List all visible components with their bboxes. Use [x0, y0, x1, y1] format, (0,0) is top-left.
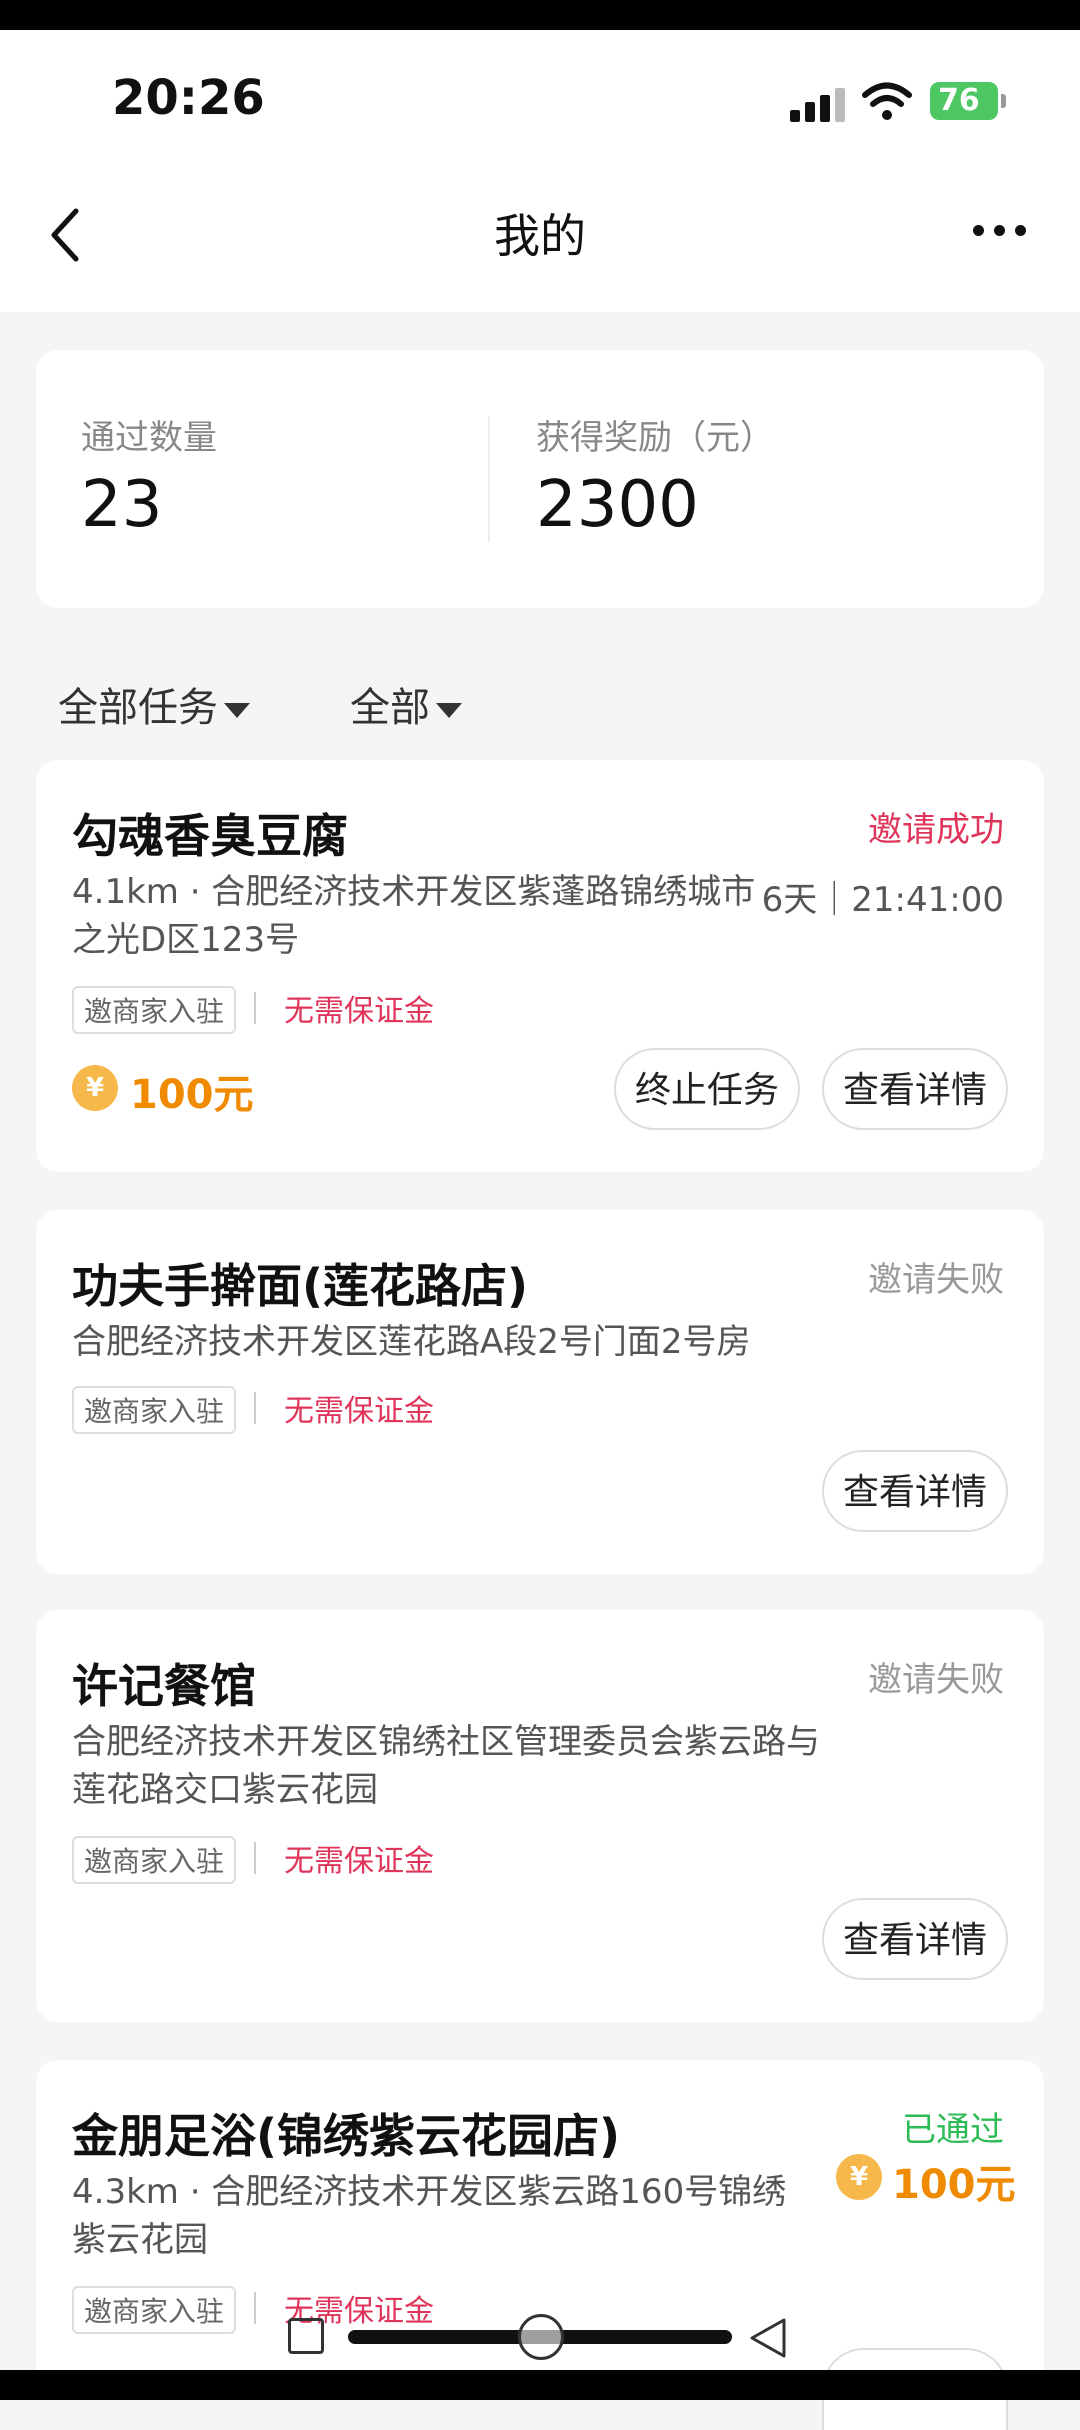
tag-no-deposit: 无需保证金 [284, 1844, 434, 1879]
store-address-line1: 4.3km · 合肥经济技术开发区紫云路160号锦绣 [72, 2172, 787, 2212]
reward-amount: 100元 [130, 1072, 254, 1118]
status-filter-label: 全部 [350, 685, 430, 731]
store-address-line2: 之光D区123号 [72, 920, 300, 960]
status-filter-dropdown[interactable]: 全部 [350, 675, 462, 733]
store-address-line2: 紫云花园 [72, 2220, 208, 2260]
tag-no-deposit: 无需保证金 [284, 994, 434, 1029]
passed-count-value: 23 [81, 468, 163, 542]
store-name: 勾魂香臭豆腐 [72, 809, 348, 863]
task-filter-dropdown[interactable]: 全部任务 [58, 675, 250, 733]
stats-panel: 通过数量 23 获得奖励（元） 2300 [36, 350, 1044, 608]
tag-divider [254, 1842, 256, 1874]
tag-no-deposit: 无需保证金 [284, 1394, 434, 1429]
invite-status: 邀请失败 [868, 1260, 1004, 1300]
recent-apps-icon[interactable] [288, 2318, 324, 2354]
signal-icon [790, 88, 846, 122]
home-circle-icon[interactable] [518, 2314, 564, 2360]
tag-invite-merchant: 邀商家入驻 [72, 1836, 237, 1884]
task-card[interactable]: 许记餐馆 邀请失败 合肥经济技术开发区锦绣社区管理委员会紫云路与 莲花路交口紫云… [36, 1610, 1044, 2022]
dropdown-arrow-icon [224, 702, 250, 718]
coin-icon: ¥ [72, 1065, 118, 1111]
view-details-button[interactable]: 查看详情 [822, 1898, 1008, 1980]
view-details-button[interactable]: 查看详情 [822, 1450, 1008, 1532]
tag-divider [254, 1392, 256, 1424]
store-name: 功夫手擀面(莲花路店) [72, 1259, 529, 1313]
reward-total-value: 2300 [536, 468, 699, 542]
battery-icon: 76 [930, 82, 1006, 120]
stats-divider [488, 416, 490, 542]
countdown: 6天｜21:41:00 [761, 880, 1004, 920]
tag-invite-merchant: 邀商家入驻 [72, 986, 237, 1034]
tag-invite-merchant: 邀商家入驻 [72, 2286, 237, 2334]
store-address-line2: 莲花路交口紫云花园 [72, 1770, 378, 1810]
bottom-edge [0, 2370, 1080, 2400]
store-address-line1: 合肥经济技术开发区锦绣社区管理委员会紫云路与 [72, 1722, 820, 1762]
back-triangle-icon[interactable] [746, 2316, 790, 2360]
store-address-line1: 4.1km · 合肥经济技术开发区紫蓬路锦绣城市 [72, 872, 756, 912]
stop-task-button[interactable]: 终止任务 [614, 1048, 800, 1130]
tag-divider [254, 2292, 256, 2324]
tag-divider [254, 992, 256, 1024]
invite-status: 邀请成功 [868, 810, 1004, 850]
page-title: 我的 [494, 209, 586, 263]
tag-invite-merchant: 邀商家入驻 [72, 1386, 237, 1434]
task-filter-label: 全部任务 [58, 685, 218, 731]
passed-count-label: 通过数量 [81, 418, 217, 458]
task-card[interactable]: 勾魂香臭豆腐 邀请成功 4.1km · 合肥经济技术开发区紫蓬路锦绣城市 之光D… [36, 760, 1044, 1172]
reward-total-label: 获得奖励（元） [536, 418, 774, 458]
more-options-icon[interactable] [970, 215, 1030, 245]
reward-amount: 100元 [892, 2162, 1016, 2208]
dropdown-arrow-icon [436, 702, 462, 718]
coin-icon: ¥ [836, 2154, 882, 2200]
store-name: 金朋足浴(锦绣紫云花园店) [72, 2109, 621, 2163]
task-card[interactable]: 功夫手擀面(莲花路店) 邀请失败 合肥经济技术开发区莲花路A段2号门面2号房 邀… [36, 1210, 1044, 1574]
store-name: 许记餐馆 [72, 1659, 256, 1713]
wifi-icon [862, 82, 912, 120]
invite-status: 邀请失败 [868, 1660, 1004, 1700]
status-time: 20:26 [112, 70, 265, 126]
top-edge [0, 0, 1080, 30]
store-address-line1: 合肥经济技术开发区莲花路A段2号门面2号房 [72, 1322, 751, 1362]
view-details-button[interactable]: 查看详情 [822, 1048, 1008, 1130]
invite-status: 已通过 [902, 2110, 1004, 2150]
